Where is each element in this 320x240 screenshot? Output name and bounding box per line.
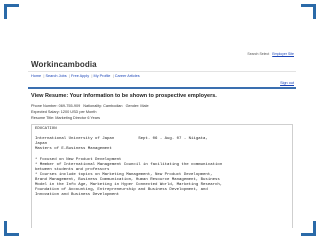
nav-separator: | [91,73,93,78]
resume-line: between students and professors [35,167,110,172]
resume-line: Model in the Info Age, Marketing in Hype… [35,183,223,188]
phone-number: Phone Number: 069-755-909 [31,104,81,108]
frame-corner-top-left [4,4,19,19]
frame-corner-bottom-right [301,221,316,236]
resume-line: * Courses include topics on Marketing Ma… [35,172,213,177]
nav-free-apply[interactable]: Free Apply [71,74,89,79]
nationality: Nationality: Cambodian [83,104,123,108]
page-title: View Resume: Your information to be show… [31,93,217,99]
resume-line: International University of Japan Sept. … [35,137,208,142]
frame-corner-bottom-left [4,221,19,236]
resume-line: Foundation of Accounting, Entrepreneursh… [35,188,208,193]
nav-home[interactable]: Home [31,74,41,79]
employer-site-link[interactable]: Employer Site [272,52,294,57]
resume-line: * Member of International Management Cou… [35,162,223,167]
resume-line: Brand Management, Business Communication… [35,177,220,182]
nav-separator: | [68,73,70,78]
resume-content: EDUCATION International University of Ja… [35,127,289,198]
resume-line: EDUCATION [35,127,57,131]
resume-text-box[interactable]: EDUCATION International University of Ja… [31,124,293,228]
top-utility-bar: Search Select Employer Site [28,50,296,58]
nav-my-profile[interactable]: My Profile [94,74,111,79]
header-divider [28,87,296,89]
signout-link[interactable]: Sign out [280,81,294,86]
resume-title: Resume Title: Marketing Director 6 Years [31,116,101,120]
nav-separator: | [112,73,114,78]
account-row: Sign out [28,80,296,86]
site-logo[interactable]: Workincambodia [31,60,97,70]
resume-line: * Focused on New Product Development [35,157,122,162]
nav-career-articles[interactable]: Career Articles [115,74,140,79]
nav-separator: | [43,73,45,78]
search-select[interactable]: Search Select [247,52,269,57]
webpage-screenshot: Search Select Employer Site Workincambod… [28,50,296,228]
frame-corner-top-right [301,4,316,19]
resume-line: Japan [35,142,48,147]
header: Workincambodia [28,59,296,72]
resume-line: Innovation and Business Development [35,193,120,198]
main-nav: Home | Search Jobs | Free Apply | My Pro… [28,72,296,80]
resume-line: Masters of E-Business Management [35,147,112,152]
gender: Gender: Male [125,104,149,108]
nav-search-jobs[interactable]: Search Jobs [46,74,67,79]
